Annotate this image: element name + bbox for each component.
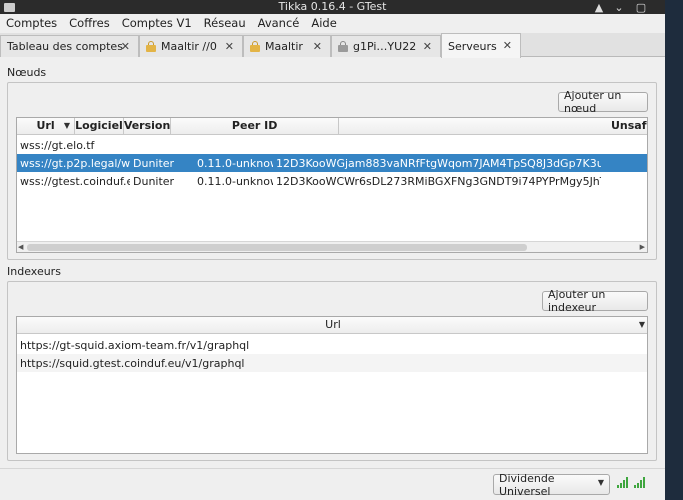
- tab-maaltir-0[interactable]: Maaltir //0 ✕: [139, 35, 243, 57]
- app-window: Tikka 0.16.4 - GTest ▲ ⌄ ▢ Comptes Coffr…: [0, 0, 665, 500]
- indexers-table-header: Url ▼: [17, 317, 647, 334]
- close-icon[interactable]: ✕: [313, 40, 322, 53]
- sort-arrow-icon: ▼: [63, 121, 71, 130]
- tab-maaltir[interactable]: Maaltir ✕: [243, 35, 331, 57]
- tab-label: Tableau des comptes: [7, 40, 123, 53]
- window-title: Tikka 0.16.4 - GTest: [278, 0, 387, 13]
- table-row-selected[interactable]: wss://gt.p2p.legal/ws Duniter 0.11.0-unk…: [17, 154, 647, 172]
- menu-comptes[interactable]: Comptes: [6, 16, 57, 30]
- chevron-down-icon: ▼: [597, 478, 604, 487]
- row-url: https://squid.gtest.coinduf.eu/v1/graphq…: [20, 356, 245, 370]
- column-header-url[interactable]: Url ▼: [17, 118, 76, 135]
- close-icon[interactable]: ✕: [423, 40, 432, 53]
- signal-strength-icon: [634, 477, 647, 488]
- row-url: wss://gtest.coinduf.eu: [20, 174, 130, 188]
- tab-g1pi[interactable]: g1Pi…YU22 ✕: [331, 35, 441, 57]
- row-url: wss://gt.p2p.legal/ws: [20, 156, 130, 170]
- nodes-table: Url▼ Logiciel Version Peer ID Unsafe wss…: [16, 117, 648, 253]
- scrollbar-thumb[interactable]: [27, 244, 527, 251]
- row-url: https://gt-squid.axiom-team.fr/v1/graphq…: [20, 338, 250, 352]
- tab-label: Serveurs: [448, 39, 497, 53]
- tab-label: g1Pi…YU22: [353, 40, 417, 53]
- tab-tableau-des-comptes[interactable]: Tableau des comptes ✕: [0, 35, 139, 57]
- tab-label: Maaltir //0: [161, 40, 217, 53]
- horizontal-scrollbar[interactable]: ◀ ▶: [17, 241, 647, 252]
- lock-icon: [250, 41, 260, 52]
- indexers-table: Url ▼ https://gt-squid.axiom-team.fr/v1/g…: [16, 316, 648, 454]
- add-indexer-button[interactable]: Ajouter un indexeur: [542, 288, 648, 314]
- tab-label: Maaltir: [265, 40, 303, 53]
- menu-coffres[interactable]: Coffres: [69, 16, 110, 30]
- select-value: Dividende Universel: [499, 471, 555, 498]
- row-version: 0.11.0-unknown: [197, 156, 273, 170]
- column-header-peer-id[interactable]: Peer ID: [171, 118, 339, 135]
- close-icon[interactable]: ✕: [225, 40, 234, 53]
- tab-serveurs[interactable]: Serveurs ✕: [441, 33, 521, 58]
- table-row[interactable]: https://gt-squid.axiom-team.fr/v1/graphq…: [17, 336, 647, 354]
- menu-avance[interactable]: Avancé: [258, 16, 300, 30]
- servers-panel: Nœuds Ajouter un nœud Url ▼ Logiciel Vers…: [0, 58, 665, 468]
- row-peer-id: 12D3KooWCWr6sDL273RMiBGXFNg3GNDT9i74PYPr…: [276, 174, 601, 188]
- indexers-group: Ajouter un indexeur Url ▼ https://gt-squi…: [7, 281, 657, 461]
- scroll-right-icon[interactable]: ▶: [640, 242, 645, 252]
- close-icon[interactable]: ✕: [121, 40, 130, 53]
- nodes-table-header: Url ▼ Logiciel Version Peer ID: [17, 118, 647, 135]
- desktop-background: [665, 0, 683, 500]
- row-peer-id: 12D3KooWGjam883vaNRfFtgWqom7JAM4TpSQ8J3d…: [276, 156, 601, 170]
- menu-reseau[interactable]: Réseau: [204, 16, 246, 30]
- nodes-section-label: Nœuds: [7, 66, 47, 79]
- row-software: Duniter: [133, 174, 175, 188]
- table-row[interactable]: https://squid.gtest.coinduf.eu/v1/graphq…: [17, 354, 647, 372]
- keep-above-button[interactable]: ▲: [590, 0, 608, 14]
- column-header-logiciel[interactable]: Logiciel: [75, 118, 124, 135]
- column-header-version[interactable]: Version: [124, 118, 172, 135]
- menu-comptes-v1[interactable]: Comptes V1: [122, 16, 192, 30]
- signal-strength-icon: [617, 477, 630, 488]
- table-row[interactable]: wss://gt.elo.tf: [17, 136, 647, 154]
- column-header-unsafe-label: Unsafe: [611, 119, 647, 132]
- table-row[interactable]: wss://gtest.coinduf.eu Duniter 0.11.0-un…: [17, 172, 647, 190]
- column-header-url[interactable]: Url ▼: [17, 317, 647, 334]
- minimize-button[interactable]: ⌄: [610, 0, 628, 14]
- sort-arrow-icon: ▼: [638, 320, 645, 329]
- scroll-left-icon[interactable]: ◀: [18, 242, 23, 252]
- row-url: wss://gt.elo.tf: [20, 138, 95, 152]
- status-bar: Dividende Universel ▼: [0, 468, 665, 500]
- lock-icon: [146, 41, 156, 52]
- menu-aide[interactable]: Aide: [311, 16, 336, 30]
- tab-bar: Tableau des comptes ✕ Maaltir //0 ✕ Maal…: [0, 33, 665, 58]
- menu-bar: Comptes Coffres Comptes V1 Réseau Avancé…: [0, 14, 665, 32]
- row-version: 0.11.0-unknown: [197, 174, 273, 188]
- indexers-section-label: Indexeurs: [7, 265, 61, 278]
- nodes-group: Ajouter un nœud Url ▼ Logiciel Version Pe…: [7, 82, 657, 260]
- title-bar: Tikka 0.16.4 - GTest ▲ ⌄ ▢: [0, 0, 665, 14]
- close-icon[interactable]: ✕: [503, 39, 512, 52]
- add-node-button[interactable]: Ajouter un nœud: [558, 89, 648, 115]
- lock-icon: [338, 41, 348, 52]
- maximize-button[interactable]: ▢: [632, 0, 650, 14]
- dividend-unit-select[interactable]: Dividende Universel ▼: [493, 471, 610, 498]
- row-software: Duniter: [133, 156, 175, 170]
